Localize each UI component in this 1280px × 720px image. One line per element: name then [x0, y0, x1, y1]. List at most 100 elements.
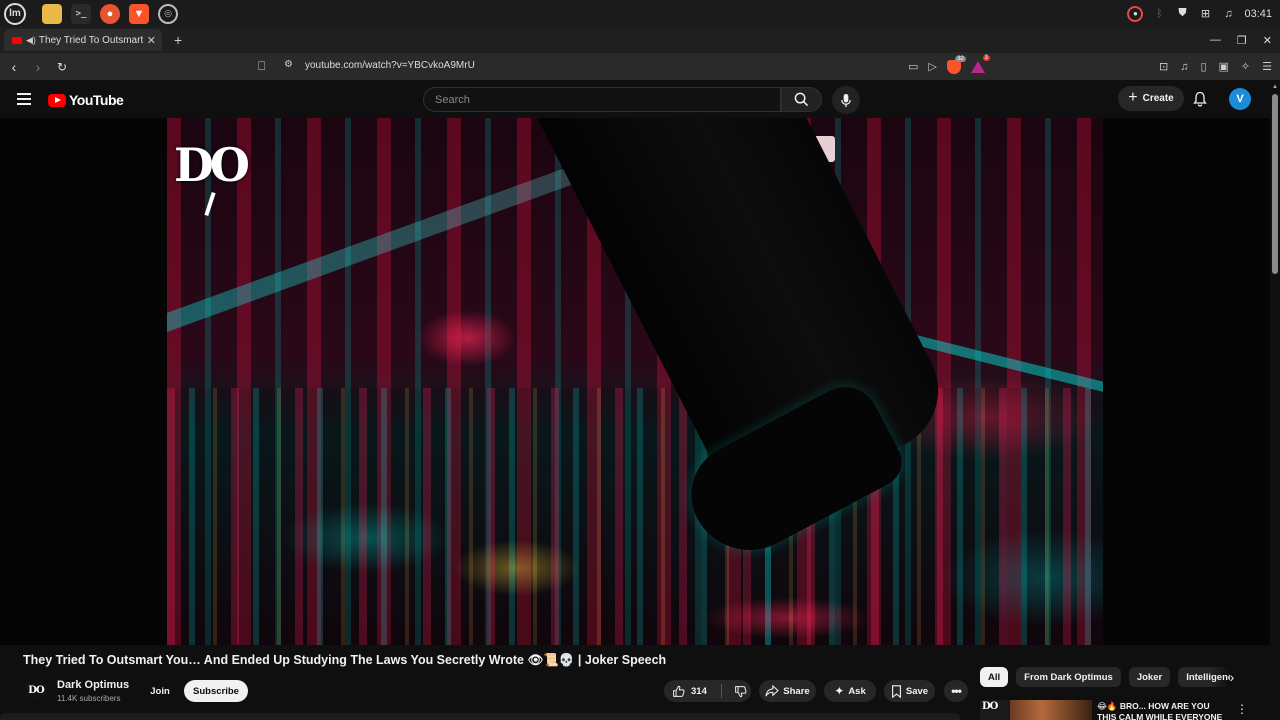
ask-button[interactable]: ✦ Ask [824, 680, 876, 702]
voice-search-button[interactable] [832, 86, 860, 114]
microphone-icon [841, 93, 851, 107]
more-horizontal-icon: ••• [951, 684, 962, 698]
description-box-edge[interactable] [0, 713, 960, 720]
channel-avatar[interactable]: DO [24, 678, 48, 702]
recommendation-thumb-logo: DO [982, 701, 998, 712]
clock[interactable]: 03:41 [1244, 8, 1272, 20]
new-tab-button[interactable]: + [174, 32, 182, 48]
youtube-logo-text: YouTube [69, 92, 124, 108]
screenshot-icon[interactable]: ⊡ [1159, 60, 1168, 73]
restore-icon[interactable]: ❐ [1237, 34, 1247, 47]
system-tray: ● ᛒ ⛊ ⊞ ♫ 03:41 [1127, 0, 1272, 27]
brave-rewards-icon[interactable]: 3 [970, 54, 990, 73]
share-icon [765, 685, 780, 697]
save-label: Save [905, 685, 929, 697]
chip-from-channel[interactable]: From Dark Optimus [1016, 667, 1121, 687]
close-tab-icon[interactable]: ✕ [147, 34, 156, 47]
recommendation-title[interactable]: 😂🔥 BRO... HOW ARE YOU THIS CALM WHILE EV… [1097, 701, 1227, 720]
create-button[interactable]: + Create [1118, 86, 1184, 111]
video-reflection [167, 388, 1103, 645]
channel-name[interactable]: Dark Optimus [57, 679, 129, 691]
search-input[interactable] [424, 88, 780, 111]
terminal-icon[interactable]: >_ [71, 3, 91, 24]
watermark-text: DO [174, 138, 250, 192]
tab-title: They Tried To Outsmart Yo [38, 34, 143, 46]
share-button[interactable]: Share [759, 680, 816, 702]
ask-label: Ask [848, 685, 866, 697]
files-icon[interactable] [42, 3, 62, 24]
scroll-up-icon[interactable]: ▲ [1272, 84, 1278, 90]
more-actions-button[interactable]: ••• [944, 680, 968, 702]
site-info-icon[interactable]: ⚙ [284, 59, 293, 70]
video-frame[interactable] [167, 118, 1103, 645]
save-bookmark-icon [891, 684, 901, 698]
brave-icon[interactable]: ▼ [129, 3, 149, 24]
subscriber-count: 11.4K subscribers [57, 694, 121, 703]
wallet-icon[interactable]: ▣ [1219, 60, 1229, 73]
browser-toolbar: ⊡ ♫ ▯ ▣ ✧ ☰ [1159, 53, 1272, 80]
network-icon[interactable]: ⊞ [1198, 7, 1212, 21]
url-field[interactable]: youtube.com/watch?v=YBCvkoA9MrU [305, 60, 475, 71]
thumbs-down-icon[interactable] [734, 685, 747, 698]
youtube-favicon-icon [12, 36, 22, 44]
chevron-right-icon[interactable]: › [1224, 669, 1240, 685]
bookmark-icon[interactable]: ⎕ [258, 59, 270, 73]
youtube-logo[interactable]: YouTube [48, 92, 124, 108]
window-controls: — ❐ ✕ [1210, 27, 1272, 53]
reload-icon[interactable]: ↻ [52, 57, 72, 77]
shield-icon[interactable]: ⛊ [1175, 7, 1189, 21]
search-box [423, 87, 781, 112]
browser-tab-strip: ◀) They Tried To Outsmart Yo ✕ + — ❐ ✕ [0, 27, 1280, 53]
browser-menu-icon[interactable]: ☰ [1262, 60, 1272, 73]
speaker-icon[interactable]: ◀) [26, 35, 36, 46]
brave-shields-icon[interactable]: 32 [946, 55, 966, 74]
search-button[interactable] [781, 87, 822, 112]
thumbs-up-icon[interactable] [672, 685, 685, 698]
chip-intelligence[interactable]: Intelligence [1178, 667, 1231, 687]
rewards-count: 3 [982, 54, 990, 61]
share-label: Share [783, 685, 810, 697]
sparkle-icon: ✦ [834, 684, 845, 698]
create-label: Create [1142, 93, 1174, 104]
channel-watermark-logo[interactable]: DO [174, 142, 258, 220]
firefox-icon[interactable]: ● [100, 3, 120, 24]
subscribe-button[interactable]: Subscribe [184, 680, 248, 702]
back-icon[interactable]: ‹ [4, 57, 24, 77]
send-icon[interactable]: ▷ [928, 60, 936, 73]
video-title: They Tried To Outsmart You… And Ended Up… [23, 653, 667, 667]
music-icon[interactable]: ♫ [1221, 7, 1235, 21]
search-icon [794, 92, 809, 107]
chip-all[interactable]: All [980, 667, 1009, 687]
chromium-icon[interactable]: ◎ [158, 3, 178, 24]
mint-menu-icon[interactable]: lm [4, 2, 26, 25]
tab-youtube[interactable]: ◀) They Tried To Outsmart Yo ✕ [4, 29, 162, 51]
join-button[interactable]: Join [146, 680, 174, 702]
like-divider [720, 684, 722, 698]
related-filter-chips: All From Dark Optimus Joker Intelligence [980, 667, 1231, 687]
youtube-play-icon [48, 93, 66, 107]
bluetooth-icon[interactable]: ᛒ [1152, 7, 1166, 21]
address-bar-row: ‹ › ↻ ⎕ ⚙ youtube.com/watch?v=YBCvkoA9Mr… [0, 53, 1280, 80]
page-scrollbar[interactable]: ▲ [1270, 80, 1280, 720]
leo-icon[interactable]: ✧ [1241, 60, 1250, 73]
cast-icon[interactable]: ▭ [908, 60, 918, 73]
media-icon[interactable]: ♫ [1180, 61, 1188, 73]
account-avatar[interactable]: V [1229, 88, 1251, 110]
minimize-icon[interactable]: — [1210, 34, 1221, 46]
os-taskbar: lm >_ ● ▼ ◎ ● ᛒ ⛊ ⊞ ♫ 03:41 [0, 0, 1280, 27]
watermark-tail [204, 191, 216, 217]
record-icon[interactable]: ● [1127, 5, 1144, 22]
chip-joker[interactable]: Joker [1128, 667, 1171, 687]
notifications-bell-icon[interactable] [1192, 91, 1208, 107]
sidebar-icon[interactable]: ▯ [1200, 60, 1206, 73]
close-window-icon[interactable]: ✕ [1263, 34, 1272, 47]
scroll-thumb[interactable] [1272, 94, 1278, 274]
shield-count: 32 [955, 55, 966, 62]
save-button[interactable]: Save [884, 680, 935, 702]
forward-icon[interactable]: › [28, 57, 48, 77]
like-dislike-group: 314 [664, 680, 751, 702]
guide-menu-icon[interactable] [17, 93, 31, 105]
like-count[interactable]: 314 [691, 686, 707, 697]
plus-icon: + [1128, 88, 1138, 106]
recommendation-menu-icon[interactable]: ⋮ [1236, 702, 1248, 716]
